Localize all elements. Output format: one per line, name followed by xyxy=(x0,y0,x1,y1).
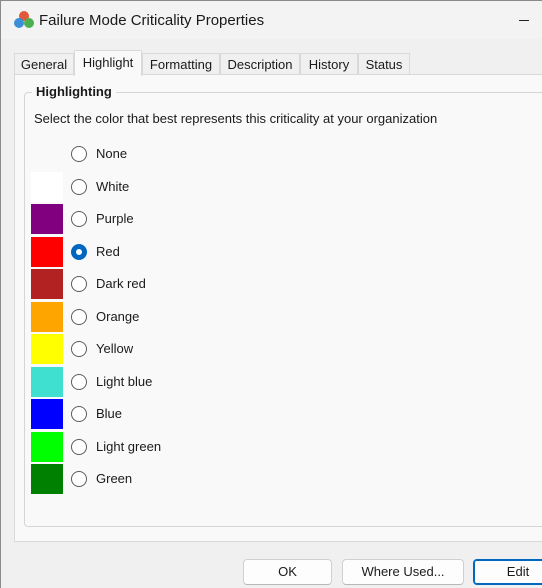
edit-button[interactable]: Edit xyxy=(473,559,542,585)
minimize-button[interactable] xyxy=(497,1,542,39)
color-swatch-yellow xyxy=(31,334,63,364)
color-option-light-green[interactable]: Light green xyxy=(15,431,315,462)
radio-light-blue[interactable] xyxy=(71,373,87,390)
option-label: None xyxy=(96,146,128,161)
radio-red[interactable] xyxy=(71,243,87,260)
radio-light-green[interactable] xyxy=(71,438,87,455)
color-option-light-blue[interactable]: Light blue xyxy=(15,366,315,397)
highlight-panel: Highlighting Select the color that best … xyxy=(14,74,542,542)
option-label: Light blue xyxy=(96,373,153,389)
color-swatch-red xyxy=(31,236,63,267)
option-label: Red xyxy=(96,243,120,259)
tab-history[interactable]: History xyxy=(300,53,358,75)
option-label: Orange xyxy=(96,308,140,324)
color-swatch-light-blue xyxy=(31,366,63,397)
color-option-yellow[interactable]: Yellow xyxy=(15,334,315,364)
option-label: Yellow xyxy=(96,341,134,356)
color-option-dark-red[interactable]: Dark red xyxy=(15,269,315,299)
color-swatch-orange xyxy=(31,301,63,332)
color-swatch-purple xyxy=(31,204,63,234)
tab-formatting[interactable]: Formatting xyxy=(142,53,220,75)
color-swatch-green xyxy=(31,464,63,494)
color-swatch-light-green xyxy=(31,431,63,462)
color-swatch-dark-red xyxy=(31,269,63,299)
color-option-white[interactable]: White xyxy=(15,171,315,202)
option-label: Green xyxy=(96,471,133,486)
color-option-blue[interactable]: Blue xyxy=(15,399,315,429)
radio-orange[interactable] xyxy=(71,308,87,325)
instruction-text: Select the color that best represents th… xyxy=(34,111,438,126)
tab-general[interactable]: General xyxy=(14,53,74,75)
color-option-red[interactable]: Red xyxy=(15,236,315,267)
where-used-button[interactable]: Where Used... xyxy=(342,559,464,585)
color-option-orange[interactable]: Orange xyxy=(15,301,315,332)
radio-blue[interactable] xyxy=(71,406,87,422)
option-label: Light green xyxy=(96,438,162,454)
color-swatch-white xyxy=(31,171,63,202)
option-label: Purple xyxy=(96,211,134,226)
color-option-green[interactable]: Green xyxy=(15,464,315,494)
radio-yellow[interactable] xyxy=(71,341,87,357)
properties-window: Failure Mode Criticality Properties Gene… xyxy=(0,0,542,588)
tab-status[interactable]: Status xyxy=(358,53,410,75)
radio-white[interactable] xyxy=(71,178,87,195)
tab-highlight[interactable]: Highlight xyxy=(74,50,142,76)
option-label: Blue xyxy=(96,406,123,421)
title-bar[interactable]: Failure Mode Criticality Properties xyxy=(1,1,542,39)
radio-none[interactable] xyxy=(71,146,87,162)
radio-dark-red[interactable] xyxy=(71,276,87,292)
radio-purple[interactable] xyxy=(71,211,87,227)
color-option-none[interactable]: None xyxy=(15,139,315,169)
group-title: Highlighting xyxy=(32,84,116,99)
option-label: Dark red xyxy=(96,276,146,291)
window-title: Failure Mode Criticality Properties xyxy=(39,12,265,29)
radio-green[interactable] xyxy=(71,471,87,487)
ok-button[interactable]: OK xyxy=(243,559,332,585)
app-icon xyxy=(14,11,34,28)
color-option-purple[interactable]: Purple xyxy=(15,204,315,234)
color-swatch-blue xyxy=(31,399,63,429)
tab-description[interactable]: Description xyxy=(220,53,300,75)
option-label: White xyxy=(96,178,130,194)
